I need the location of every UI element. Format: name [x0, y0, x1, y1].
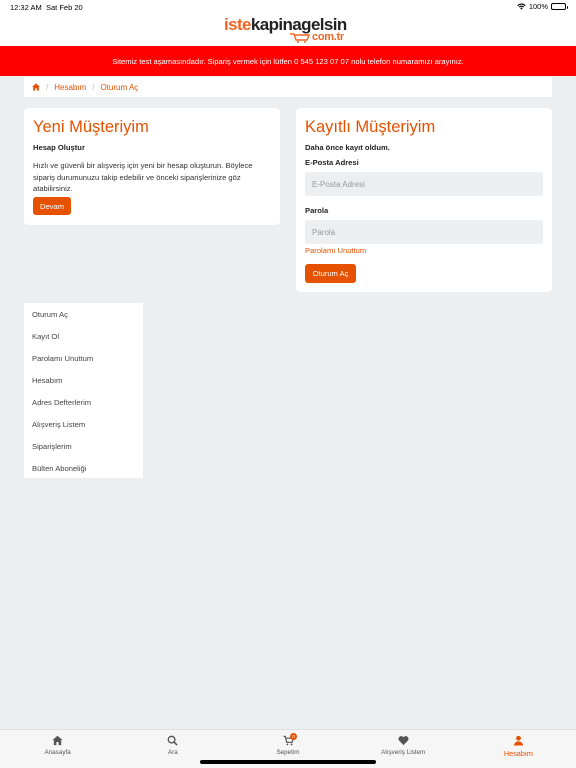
tab-label: Ara [167, 749, 178, 756]
breadcrumb-item-login[interactable]: Oturum Aç [100, 83, 138, 92]
menu-item-register[interactable]: Kayıt Ol [24, 325, 143, 347]
breadcrumb-separator: / [46, 82, 49, 92]
home-icon [52, 735, 63, 746]
logo-cart-icon [290, 33, 310, 43]
search-icon [167, 735, 178, 746]
menu-item-orders[interactable]: Siparişlerim [24, 435, 143, 457]
tab-label: Hesabım [503, 749, 534, 758]
status-date: Sat Feb 20 [46, 3, 83, 12]
menu-item-addresses[interactable]: Adres Defterlerim [24, 391, 143, 413]
new-customer-title: Yeni Müşteriyim [33, 118, 149, 136]
returning-customer-subtitle: Daha önce kayıt oldum. [305, 143, 390, 152]
tab-label: Sepetim [276, 749, 300, 756]
new-customer-text: Hızlı ve güvenli bir alışveriş için yeni… [33, 161, 253, 193]
menu-item-newsletter[interactable]: Bülten Aboneliği [24, 457, 143, 479]
battery-percent: 100% [528, 2, 548, 11]
continue-button[interactable]: Devam [33, 197, 71, 215]
logo-part1: iste [224, 15, 252, 34]
tab-account[interactable]: Hesabım [461, 730, 576, 768]
password-input[interactable] [305, 220, 543, 244]
status-time: 12:32 AM [10, 3, 42, 12]
menu-item-account[interactable]: Hesabım [24, 369, 143, 391]
menu-item-login[interactable]: Oturum Aç [24, 303, 143, 325]
forgot-password-link[interactable]: Parolamı Unuttum [305, 246, 366, 255]
status-bar: 12:32 AM Sat Feb 20 100% [0, 0, 576, 14]
battery-icon [551, 3, 568, 10]
home-indicator [200, 760, 376, 764]
returning-customer-title: Kayıtlı Müşteriyim [305, 118, 436, 136]
test-notice-banner: Sitemiz test aşamasındadır. Sipariş verm… [0, 46, 576, 76]
new-customer-subtitle: Hesap Oluştur [33, 143, 85, 152]
logo-part3: com.tr [312, 31, 344, 43]
breadcrumb: / Hesabım / Oturum Aç [24, 77, 552, 97]
menu-item-forgot-password[interactable]: Parolamı Unuttum [24, 347, 143, 369]
wifi-icon [517, 3, 526, 10]
tab-label: Alışveriş Listem [381, 749, 426, 756]
login-button[interactable]: Oturum Aç [305, 264, 356, 283]
tab-home[interactable]: Anasayfa [0, 730, 115, 768]
site-logo[interactable]: istekapinagelsin com.tr [224, 15, 354, 46]
heart-icon [398, 736, 409, 746]
tab-label: Anasayfa [44, 749, 71, 756]
returning-customer-card: Kayıtlı Müşteriyim Daha önce kayıt oldum… [296, 108, 552, 292]
breadcrumb-separator: / [92, 82, 95, 92]
cart-badge: 0 [290, 733, 297, 740]
password-label: Parola [305, 206, 329, 215]
user-icon [513, 735, 523, 746]
banner-text: Sitemiz test aşamasındadır. Sipariş verm… [112, 56, 464, 66]
menu-item-wishlist[interactable]: Alışveriş Listem [24, 413, 143, 435]
email-input[interactable] [305, 172, 543, 196]
site-header: istekapinagelsin com.tr [0, 14, 576, 46]
account-menu: Oturum Aç Kayıt Ol Parolamı Unuttum Hesa… [24, 303, 143, 478]
home-icon[interactable] [32, 83, 40, 91]
new-customer-card: Yeni Müşteriyim Hesap Oluştur Hızlı ve g… [24, 108, 280, 225]
status-right: 100% [517, 2, 568, 11]
email-label: E-Posta Adresi [305, 158, 359, 167]
breadcrumb-item-account[interactable]: Hesabım [54, 83, 86, 92]
